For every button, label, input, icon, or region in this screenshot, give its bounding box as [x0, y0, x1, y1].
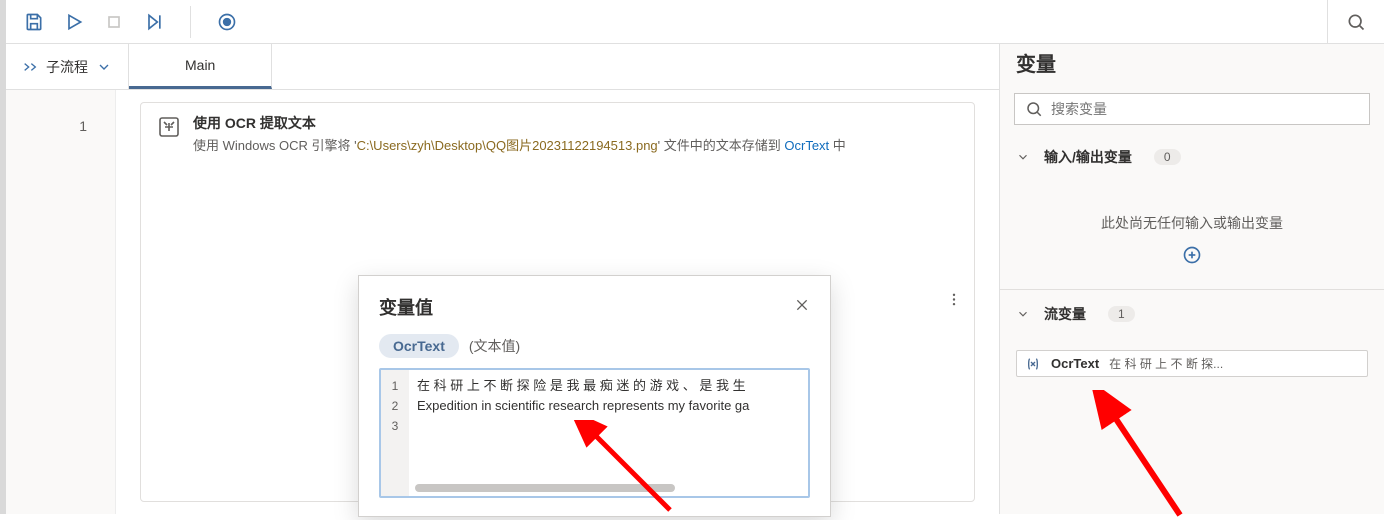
action-desc-prefix: 使用 Windows OCR 引擎将 ': [193, 138, 357, 153]
save-icon[interactable]: [22, 10, 46, 34]
dialog-text-editor[interactable]: 1 2 3 在 科 研 上 不 断 探 险 是 我 最 痴 迷 的 游 戏 、 …: [379, 368, 810, 498]
dialog-line-num: 2: [381, 396, 409, 416]
step-icon[interactable]: [142, 10, 166, 34]
horizontal-scrollbar[interactable]: [415, 484, 675, 492]
dialog-text-line: 在 科 研 上 不 断 探 险 是 我 最 痴 迷 的 游 戏 、 是 我 生: [417, 376, 800, 396]
close-icon[interactable]: [794, 297, 810, 318]
tab-main-label: Main: [185, 57, 215, 73]
variable-icon: [1025, 356, 1041, 372]
variable-item-ocrtext[interactable]: OcrText 在 科 研 上 不 断 探...: [1016, 350, 1368, 377]
record-icon[interactable]: [215, 10, 239, 34]
search-icon[interactable]: [1344, 10, 1368, 34]
variable-name: OcrText: [1051, 356, 1099, 371]
line-gutter: 1: [6, 90, 116, 514]
dialog-variable-type: (文本值): [469, 336, 520, 356]
dialog-line-num: 3: [381, 416, 409, 436]
variables-sidebar: 变量 输入/输出变量 0 此处尚无任何输入或输出变量 流变: [1000, 44, 1384, 514]
tab-main[interactable]: Main: [129, 44, 272, 89]
tabs-row: 子流程 Main: [6, 44, 999, 90]
variable-preview: 在 科 研 上 不 断 探...: [1109, 355, 1359, 372]
play-icon[interactable]: [62, 10, 86, 34]
dialog-text-line: Expedition in scientific research repres…: [417, 396, 800, 416]
dialog-text-content: 在 科 研 上 不 断 探 险 是 我 最 痴 迷 的 游 戏 、 是 我 生 …: [409, 370, 808, 496]
flow-section-header[interactable]: 流变量 1: [1000, 290, 1384, 338]
search-icon: [1025, 100, 1043, 118]
dialog-line-gutter: 1 2 3: [381, 370, 409, 496]
action-description: 使用 Windows OCR 引擎将 'C:\Users\zyh\Desktop…: [193, 135, 958, 154]
io-variables-section: 输入/输出变量 0 此处尚无任何输入或输出变量: [1000, 133, 1384, 290]
action-path: C:\Users\zyh\Desktop\QQ图片20231122194513.…: [357, 138, 658, 153]
dialog-variable-chip: OcrText: [379, 334, 459, 358]
dialog-title: 变量值: [379, 294, 794, 320]
chevron-down-icon: [1016, 307, 1030, 321]
toolbar: [6, 0, 1384, 44]
io-section-count: 0: [1154, 149, 1181, 165]
line-number: 1: [6, 118, 87, 134]
plus-circle-icon: [1182, 245, 1202, 265]
ocr-icon: [157, 115, 181, 139]
action-desc-suffix: 中: [829, 138, 846, 153]
flow-section-count: 1: [1108, 306, 1135, 322]
action-variable-link[interactable]: OcrText: [784, 138, 829, 153]
action-more-icon[interactable]: [946, 292, 962, 313]
action-desc-middle: ' 文件中的文本存储到: [658, 138, 785, 153]
chevron-down-icon: [96, 59, 112, 75]
dialog-line-num: 1: [381, 376, 409, 396]
chevron-down-icon: [1016, 150, 1030, 164]
subflow-label: 子流程: [46, 57, 88, 77]
toolbar-divider: [190, 6, 191, 38]
io-section-header[interactable]: 输入/输出变量 0: [1000, 133, 1384, 181]
flow-section-title: 流变量: [1044, 304, 1086, 324]
sidebar-title: 变量: [1000, 44, 1384, 85]
stop-icon[interactable]: [102, 10, 126, 34]
variable-value-dialog: 变量值 OcrText (文本值) 1 2 3 在 科 研 上 不 断 探 险 …: [358, 275, 831, 517]
add-io-variable[interactable]: [1000, 245, 1384, 289]
search-input[interactable]: [1051, 101, 1359, 117]
flow-variables-section: 流变量 1 OcrText 在 科 研 上 不 断 探...: [1000, 290, 1384, 397]
search-input-wrapper[interactable]: [1014, 93, 1370, 125]
subflow-icon: [22, 59, 38, 75]
action-title: 使用 OCR 提取文本: [193, 113, 958, 133]
io-section-title: 输入/输出变量: [1044, 147, 1132, 167]
io-empty-text: 此处尚无任何输入或输出变量: [1000, 181, 1384, 245]
subflow-dropdown[interactable]: 子流程: [6, 44, 129, 89]
